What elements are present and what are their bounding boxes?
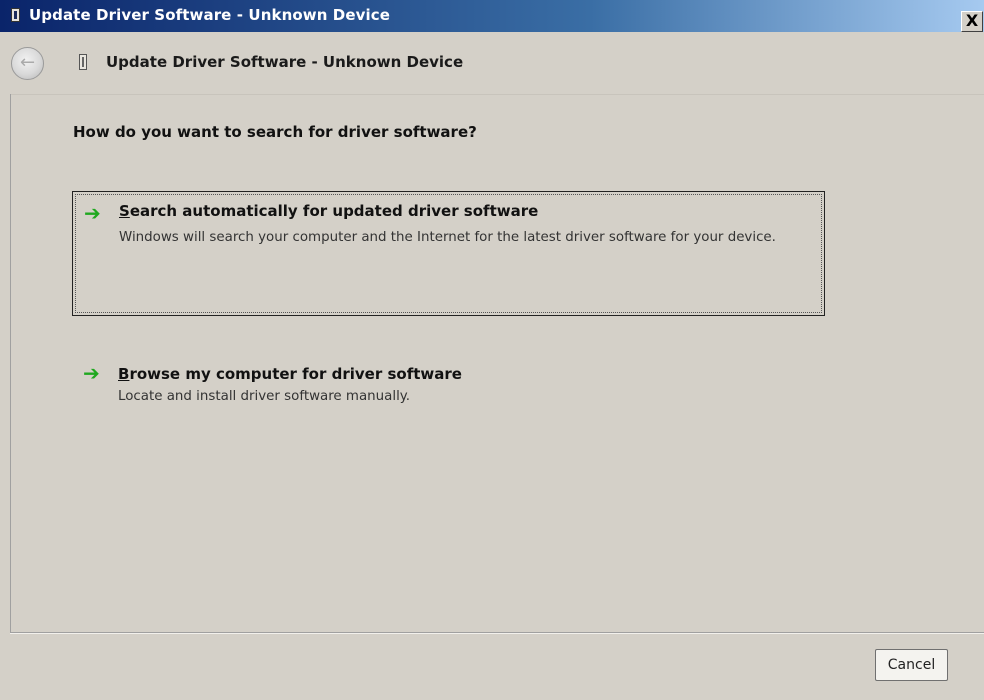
close-button[interactable]: X: [961, 11, 983, 32]
option-title-text: rowse my computer for driver software: [129, 365, 462, 383]
search-automatically-option[interactable]: ➔ Search automatically for updated drive…: [72, 191, 825, 316]
cancel-button[interactable]: Cancel: [875, 649, 948, 681]
option-description: Locate and install driver software manua…: [118, 389, 411, 404]
wizard-title: Update Driver Software - Unknown Device: [106, 53, 464, 71]
green-arrow-icon: ➔: [84, 201, 101, 225]
device-icon: [79, 54, 87, 70]
option-description: Windows will search your computer and th…: [119, 230, 776, 245]
option-title: Search automatically for updated driver …: [119, 202, 538, 220]
browse-computer-option[interactable]: ➔ Browse my computer for driver software…: [72, 357, 825, 417]
device-icon: [11, 8, 20, 22]
window-title: Update Driver Software - Unknown Device: [29, 6, 391, 24]
back-button[interactable]: ←: [11, 47, 44, 80]
accelerator-key: S: [119, 202, 130, 220]
header-divider: [10, 94, 984, 95]
accelerator-key: B: [118, 365, 130, 383]
footer-divider-highlight: [10, 633, 984, 634]
question-heading: How do you want to search for driver sof…: [73, 123, 477, 141]
wizard-header: ← Update Driver Software - Unknown Devic…: [10, 32, 984, 94]
option-title-text: earch automatically for updated driver s…: [129, 202, 539, 220]
title-bar: Update Driver Software - Unknown Device: [0, 0, 984, 32]
content-border: [10, 94, 11, 632]
green-arrow-icon: ➔: [83, 361, 100, 385]
option-title: Browse my computer for driver software: [118, 365, 462, 383]
